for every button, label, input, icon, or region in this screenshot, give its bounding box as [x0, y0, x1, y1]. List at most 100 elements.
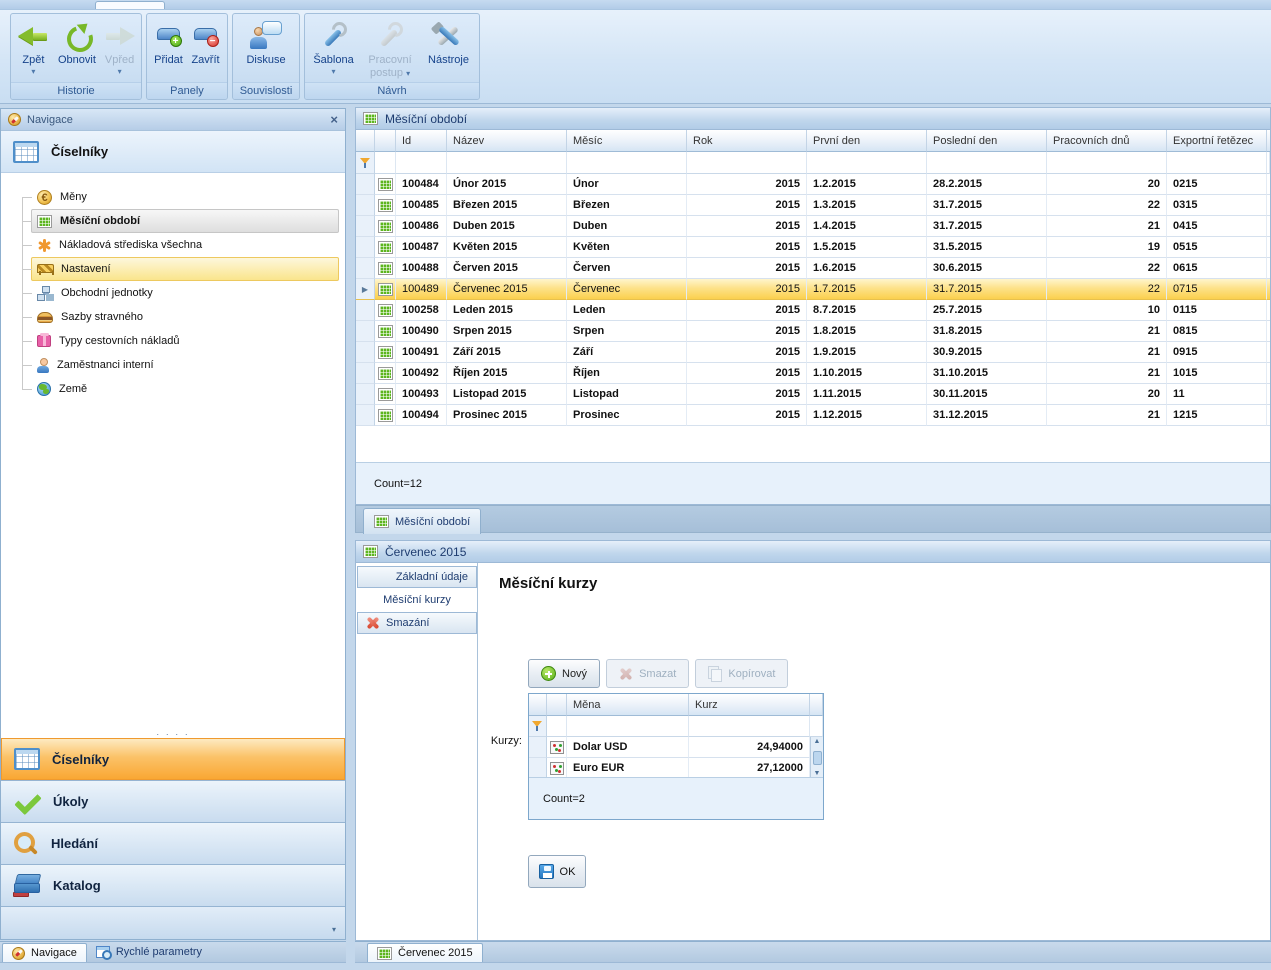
tree-item-typy-cestovnich-nakladu[interactable]: Typy cestovních nákladů [31, 329, 339, 353]
sidebar-item-ciselniky[interactable]: Číselníky [1, 738, 345, 780]
tree-item-mesicni-obdobi[interactable]: Měsíční období [31, 209, 339, 233]
cell-id[interactable]: 100493 [396, 384, 447, 405]
cell-exportni-retezec[interactable]: 0515 [1167, 237, 1267, 258]
row-indicator[interactable] [356, 258, 375, 279]
cell-prvni-den[interactable]: 1.6.2015 [807, 258, 927, 279]
row-indicator[interactable] [529, 758, 547, 779]
column-header-mesic[interactable]: Měsíc [567, 130, 687, 152]
cell-posledni-den[interactable]: 30.11.2015 [927, 384, 1047, 405]
cell-pracovnich-dnu[interactable]: 21 [1047, 321, 1167, 342]
column-header-prvni-den[interactable]: První den [807, 130, 927, 152]
cell-pracovnich-dnu[interactable]: 22 [1047, 258, 1167, 279]
cell-exportni-retezec[interactable]: 1015 [1167, 363, 1267, 384]
table-row[interactable]: 100490Srpen 2015Srpen20151.8.201531.8.20… [356, 321, 1270, 342]
ribbon-active-tab[interactable] [95, 1, 165, 9]
cell-rok[interactable]: 2015 [687, 363, 807, 384]
row-indicator[interactable] [529, 737, 547, 758]
cell-nazev[interactable]: Březen 2015 [447, 195, 567, 216]
cell-rok[interactable]: 2015 [687, 405, 807, 426]
cell-id[interactable]: 100492 [396, 363, 447, 384]
cell-nazev[interactable]: Červen 2015 [447, 258, 567, 279]
cell-exportni-retezec[interactable]: 0315 [1167, 195, 1267, 216]
cell-mesic[interactable]: Prosinec [567, 405, 687, 426]
cell-mesic[interactable]: Srpen [567, 321, 687, 342]
cell-posledni-den[interactable]: 31.12.2015 [927, 405, 1047, 426]
cell-pracovnich-dnu[interactable]: 22 [1047, 195, 1167, 216]
close-panel-button[interactable]: − Zavřít [187, 15, 224, 67]
cell-exportni-retezec[interactable]: 11 [1167, 384, 1267, 405]
table-row[interactable]: 100487Květen 2015Květen20151.5.201531.5.… [356, 237, 1270, 258]
cell-mesic[interactable]: Červenec [567, 279, 687, 300]
tree-item-meny[interactable]: Měny [31, 185, 339, 209]
row-indicator[interactable] [356, 195, 375, 216]
cell-nazev[interactable]: Prosinec 2015 [447, 405, 567, 426]
cell-id[interactable]: 100491 [396, 342, 447, 363]
cell-pracovnich-dnu[interactable]: 10 [1047, 300, 1167, 321]
table-row[interactable]: 100486Duben 2015Duben20151.4.201531.7.20… [356, 216, 1270, 237]
cell-pracovnich-dnu[interactable]: 20 [1047, 384, 1167, 405]
cell-id[interactable]: 100489 [396, 279, 447, 300]
cell-prvni-den[interactable]: 1.11.2015 [807, 384, 927, 405]
table-row[interactable]: 100484Únor 2015Únor20151.2.201528.2.2015… [356, 174, 1270, 195]
cell-nazev[interactable]: Duben 2015 [447, 216, 567, 237]
row-indicator[interactable] [356, 321, 375, 342]
sidebar-item-katalog[interactable]: Katalog [1, 864, 345, 906]
template-button[interactable]: Šablona ▾ [308, 15, 359, 76]
cell-mesic[interactable]: Červen [567, 258, 687, 279]
cell-posledni-den[interactable]: 25.7.2015 [927, 300, 1047, 321]
cell-exportni-retezec[interactable]: 0115 [1167, 300, 1267, 321]
filter-cell[interactable] [547, 716, 567, 737]
filter-cell[interactable] [567, 152, 687, 174]
row-indicator[interactable] [356, 237, 375, 258]
cell-exportni-retezec[interactable]: 0215 [1167, 174, 1267, 195]
tree-item-nastaveni[interactable]: Nastavení [31, 257, 339, 281]
column-header-nazev[interactable]: Název [447, 130, 567, 152]
cell-mesic[interactable]: Březen [567, 195, 687, 216]
cell-id[interactable]: 100485 [396, 195, 447, 216]
cell-prvni-den[interactable]: 8.7.2015 [807, 300, 927, 321]
row-indicator[interactable] [356, 300, 375, 321]
cell-id[interactable]: 100487 [396, 237, 447, 258]
cell-mena[interactable]: Euro EUR [567, 758, 689, 779]
row-indicator[interactable] [356, 216, 375, 237]
cell-pracovnich-dnu[interactable]: 19 [1047, 237, 1167, 258]
cell-posledni-den[interactable]: 31.7.2015 [927, 216, 1047, 237]
cell-pracovnich-dnu[interactable]: 21 [1047, 363, 1167, 384]
row-indicator[interactable] [356, 342, 375, 363]
cell-rok[interactable]: 2015 [687, 384, 807, 405]
sidebar-item-hledani[interactable]: Hledání [1, 822, 345, 864]
filter-cell[interactable] [567, 716, 689, 737]
cell-nazev[interactable]: Květen 2015 [447, 237, 567, 258]
cell-prvni-den[interactable]: 1.3.2015 [807, 195, 927, 216]
cell-rok[interactable]: 2015 [687, 258, 807, 279]
row-indicator[interactable] [356, 384, 375, 405]
cell-id[interactable]: 100494 [396, 405, 447, 426]
cell-rok[interactable]: 2015 [687, 237, 807, 258]
cell-rok[interactable]: 2015 [687, 195, 807, 216]
cell-exportni-retezec[interactable]: 0615 [1167, 258, 1267, 279]
sidebar-item-ukoly[interactable]: Úkoly [1, 780, 345, 822]
tree-item-nakladova-strediska[interactable]: Nákladová střediska všechna [31, 233, 339, 257]
cell-posledni-den[interactable]: 28.2.2015 [927, 174, 1047, 195]
cell-nazev[interactable]: Únor 2015 [447, 174, 567, 195]
table-row[interactable]: 100258Leden 2015Leden20158.7.201525.7.20… [356, 300, 1270, 321]
cell-exportni-retezec[interactable]: 0815 [1167, 321, 1267, 342]
kurzy-scrollbar[interactable]: ▲ ▼ [810, 737, 823, 779]
cell-prvni-den[interactable]: 1.2.2015 [807, 174, 927, 195]
add-panel-button[interactable]: + Přidat [150, 15, 187, 67]
ok-button[interactable]: OK [528, 855, 586, 888]
column-header-id[interactable]: Id [396, 130, 447, 152]
cell-rok[interactable]: 2015 [687, 279, 807, 300]
cell-mesic[interactable]: Únor [567, 174, 687, 195]
footer-tab-cervenec[interactable]: Červenec 2015 [367, 943, 483, 962]
cell-nazev[interactable]: Říjen 2015 [447, 363, 567, 384]
tab-zakladni-udaje[interactable]: Základní údaje [357, 566, 477, 588]
row-indicator[interactable] [356, 405, 375, 426]
sidebar-collapse-bar[interactable]: ▾ [1, 906, 345, 939]
cell-exportni-retezec[interactable]: 0915 [1167, 342, 1267, 363]
cell-nazev[interactable]: Srpen 2015 [447, 321, 567, 342]
row-indicator[interactable] [356, 174, 375, 195]
cell-id[interactable]: 100486 [396, 216, 447, 237]
footer-tab-navigace[interactable]: Navigace [2, 943, 87, 962]
table-row[interactable]: 100493Listopad 2015Listopad20151.11.2015… [356, 384, 1270, 405]
